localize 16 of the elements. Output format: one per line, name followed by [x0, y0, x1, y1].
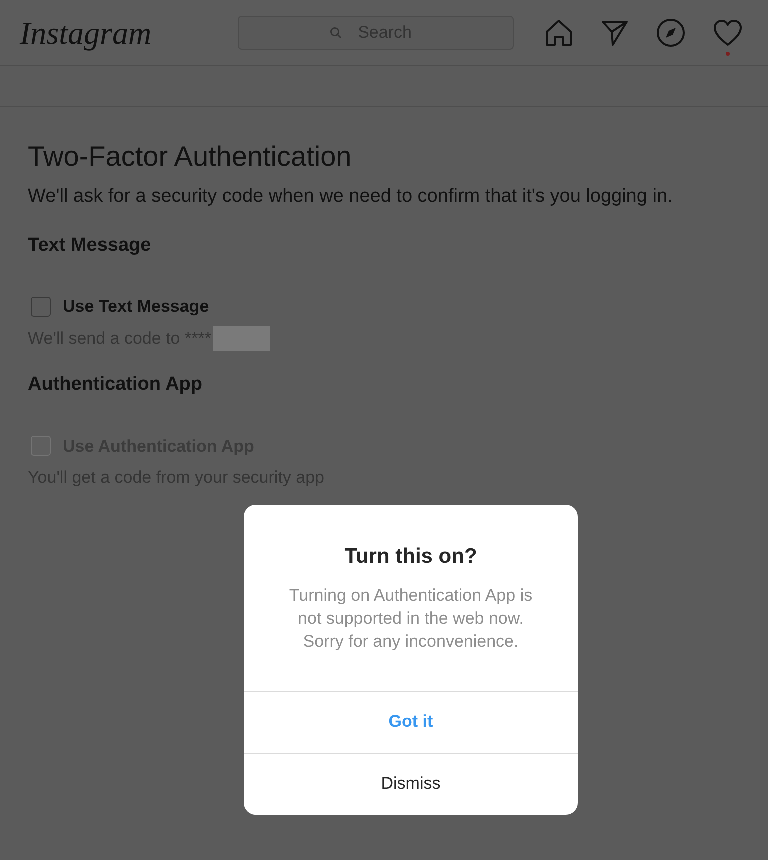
search-icon [330, 26, 342, 38]
section-heading: Text Message [28, 234, 152, 258]
logo[interactable]: Instagram [20, 8, 238, 56]
dialog-button[interactable]: Got it [244, 690, 578, 752]
paper-plane-icon[interactable] [601, 18, 629, 46]
page-description: We'll ask for a security code when we need to confirm that it's you logging in. [28, 185, 674, 209]
dialog-title: Turn this on? [344, 544, 478, 570]
heart-icon[interactable] [713, 18, 743, 46]
compass-icon[interactable] [656, 18, 686, 48]
dialog-button[interactable]: Dismiss [244, 752, 578, 814]
section-heading: Authentication App [28, 373, 204, 397]
checkbox[interactable] [31, 296, 51, 317]
page-title: Two-Factor Authentication [28, 140, 353, 174]
dialog-message: Turning on Authentication App is not supported in the web now. Sorry for any inconvenience. [288, 584, 534, 652]
home-icon[interactable] [544, 18, 574, 48]
option-label: Use Text Message [63, 296, 210, 318]
